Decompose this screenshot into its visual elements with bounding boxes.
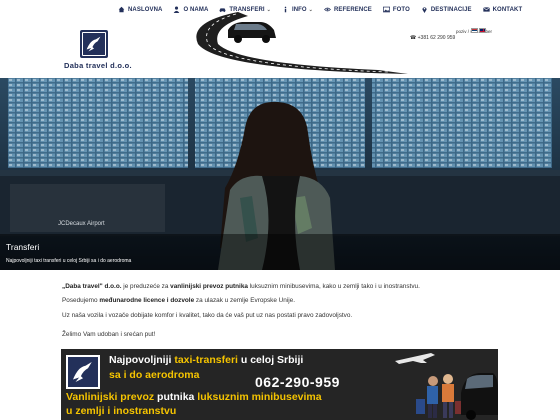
text-highlight: međunarodne licence i dozvole bbox=[99, 297, 195, 305]
brand-name[interactable]: Daba travel d.o.o. bbox=[64, 61, 132, 70]
text-span: luksuznim minibusevima, kako u zemlji ta… bbox=[247, 283, 420, 290]
banner-travel-illustration bbox=[395, 353, 498, 420]
nav-label: KONTAKT bbox=[492, 6, 523, 13]
nav-label: NASLOVNA bbox=[128, 6, 163, 13]
banner-service-line-2: u zemlji i inostranstvu bbox=[66, 405, 177, 417]
nav-label: DESTINACIJE bbox=[430, 6, 472, 13]
text-highlight: taxi-transferi bbox=[174, 354, 238, 366]
hero-caption-band bbox=[0, 234, 560, 270]
company-name: „Daba travel" d.o.o. bbox=[62, 283, 122, 290]
nav-item-naslovna[interactable]: NASLOVNA bbox=[118, 6, 162, 13]
nav-item-destinacije[interactable]: DESTINACIJE bbox=[421, 6, 472, 13]
header: NASLOVNA O NAMA TRANSFERI ⌄ INFO ⌄ REFER… bbox=[0, 0, 560, 78]
text-highlight: Vanlinijski prevoz bbox=[66, 391, 158, 403]
flag-uk-icon[interactable] bbox=[479, 28, 486, 33]
mail-icon bbox=[482, 6, 490, 13]
text-span: Posedujemo bbox=[62, 297, 100, 305]
page: NASLOVNA O NAMA TRANSFERI ⌄ INFO ⌄ REFER… bbox=[0, 0, 560, 420]
flag-serbia-icon[interactable] bbox=[471, 28, 478, 33]
text-span: Najpovoljniji bbox=[109, 354, 175, 366]
language-switcher bbox=[470, 28, 486, 33]
text-span: u celoj Srbiji bbox=[237, 354, 304, 366]
banner-headline: Najpovoljniji taxi-transferi u celoj Srb… bbox=[109, 354, 303, 366]
hero-banner: JCDecaux Airport Transferi Najpovoljniji… bbox=[0, 78, 560, 270]
intro-text: „Daba travel" d.o.o. je preduzeće za van… bbox=[62, 283, 502, 345]
phone-number: +381 62 290 959 bbox=[417, 35, 456, 41]
banner-subheadline: sa i do aerodroma bbox=[109, 369, 200, 381]
banner-logo-icon bbox=[66, 355, 100, 389]
intro-paragraph-1: „Daba travel" d.o.o. je preduzeće za van… bbox=[62, 283, 502, 291]
phone-icon: ☎ bbox=[410, 35, 417, 41]
home-icon bbox=[118, 6, 125, 13]
text-span: za ulazak u zemlje Evropske Unije. bbox=[194, 297, 296, 305]
airport-sign-text: JCDecaux Airport bbox=[58, 221, 105, 227]
banner-phone: 062-290-959 bbox=[255, 374, 340, 390]
page-subtitle: Najpovoljniji taxi transferi u celoj Srb… bbox=[6, 258, 132, 264]
text-highlight: luksuznim minibusevima bbox=[194, 391, 322, 403]
intro-paragraph-4: Želimo Vam udoban i srećan put! bbox=[62, 330, 156, 338]
text-highlight: vanlinijski prevoz putnika bbox=[170, 283, 248, 290]
page-title: Transferi bbox=[6, 242, 40, 252]
promo-banner[interactable]: Najpovoljniji taxi-transferi u celoj Srb… bbox=[61, 349, 498, 420]
location-icon bbox=[421, 6, 428, 13]
banner-service-line: Vanlinijski prevoz putnika luksuznim min… bbox=[66, 391, 322, 403]
header-phone[interactable]: ☎ +381 62 290 959 bbox=[410, 35, 455, 41]
intro-paragraph-2: Posedujemo međunarodne licence i dozvole… bbox=[62, 297, 502, 305]
road-illustration bbox=[196, 12, 408, 74]
nav-item-kontakt[interactable]: KONTAKT bbox=[482, 6, 523, 13]
logo[interactable] bbox=[80, 30, 108, 58]
text-span: je preduzeće za bbox=[121, 283, 171, 290]
intro-paragraph-3: Uz naša vozila i vozače dobijate komfor … bbox=[62, 311, 353, 319]
text-span: putnika bbox=[157, 391, 195, 403]
